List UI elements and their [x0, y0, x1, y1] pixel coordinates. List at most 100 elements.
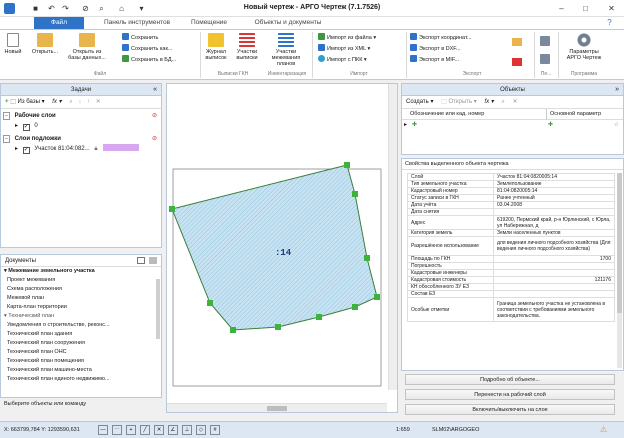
collapse-toggle-icon[interactable]: − [3, 112, 10, 120]
drawing-canvas[interactable]: :14 [167, 84, 387, 390]
doc-item[interactable]: Технический план здания [1, 330, 161, 339]
vertex-marker[interactable] [169, 206, 175, 212]
canvas-vertical-scrollbar[interactable] [388, 84, 397, 390]
property-value[interactable]: Земли населенных пунктов [493, 229, 615, 237]
snap-x-icon[interactable]: ✕ [154, 425, 164, 435]
property-value[interactable]: для ведения личного подсобного хозяйства… [493, 236, 615, 256]
scroll-thumb[interactable] [267, 406, 287, 411]
property-row[interactable]: Кадастровая стоимость 121176 [407, 276, 615, 284]
star-icon[interactable]: ☆ [614, 120, 619, 130]
export-coords-button[interactable]: Экспорт координат... [410, 33, 471, 42]
tab-toolbar[interactable]: Панель инструментов [92, 17, 182, 29]
create-button[interactable]: Создать ▾ [406, 99, 434, 105]
property-row[interactable]: Адрес 619200, Пермский край, р-н Юрлински… [407, 215, 615, 230]
expand-panel-icon[interactable]: » [615, 86, 619, 93]
vertex-marker[interactable] [275, 324, 281, 330]
property-row[interactable]: Особые отметки Граница земельного участка… [407, 297, 615, 322]
save-as-button[interactable]: Сохранить как... [122, 44, 172, 53]
doc-section-survey[interactable]: ▾ Межевание земельного участка [1, 267, 161, 276]
col-main-param[interactable]: Основной параметр [546, 109, 601, 120]
printer-icon[interactable] [540, 54, 550, 64]
close-icon[interactable]: ✕ [606, 3, 617, 14]
property-row[interactable]: Разрешённое использование для ведения лич… [407, 236, 615, 256]
working-layers-section[interactable]: − Рабочие слои ⊘ [1, 111, 161, 121]
property-row[interactable]: Категория земель Земли населенных пунктов [407, 229, 615, 237]
doc-item[interactable]: Схема расположения [1, 285, 161, 294]
import-xml-button[interactable]: Импорт из XML ▾ [318, 44, 370, 53]
open-db-button[interactable]: Открыть из базы данных... [66, 33, 108, 61]
property-value[interactable] [493, 262, 615, 270]
properties-scrollbar[interactable] [617, 173, 622, 368]
object-details-button[interactable]: Подробно об объекте... [405, 374, 615, 385]
maximize-icon[interactable]: □ [580, 3, 591, 14]
snap-grid-icon[interactable]: # [210, 425, 220, 435]
property-row[interactable]: Тип земельного участка Землепользование [407, 180, 615, 188]
property-row[interactable]: Погрешность [407, 262, 615, 270]
help-icon[interactable]: ? [604, 17, 615, 29]
property-row[interactable]: КН обособленного ЗУ ЕЗ [407, 283, 615, 291]
underlay-layers-section[interactable]: − Слои подложки ⊘ [1, 134, 161, 144]
property-row[interactable]: Состав ЕЗ [407, 290, 615, 298]
warning-icon[interactable]: ⚠ [600, 425, 607, 434]
doc-item[interactable]: Межевой план [1, 294, 161, 303]
expand-arrow-icon[interactable]: ▸ [15, 146, 18, 152]
vertex-marker[interactable] [316, 314, 322, 320]
export-dxf-button[interactable]: Экспорт в DXF... [410, 44, 461, 53]
delete-object-icon[interactable]: ✕ [513, 99, 518, 105]
import-file-button[interactable]: Импорт из файла ▾ [318, 33, 376, 42]
canvas-horizontal-scrollbar[interactable] [167, 403, 387, 412]
search-layer-icon[interactable]: ⌕ [69, 99, 72, 105]
visibility-off-icon[interactable]: ⊘ [152, 134, 157, 144]
property-row[interactable]: Дата снятия [407, 208, 615, 216]
move-down-icon[interactable]: ↓ [78, 99, 81, 105]
visibility-off-icon[interactable]: ⊘ [152, 111, 157, 121]
property-value[interactable]: Ранее учтенный [493, 194, 615, 202]
snap-line-icon[interactable]: — [98, 425, 108, 435]
survey-parcels-button[interactable]: Участки межевания планов [266, 33, 306, 67]
objects-new-row[interactable]: ▸ ✚ ✚ ☆ [402, 120, 623, 130]
search-object-icon[interactable]: ⌕ [501, 99, 504, 105]
property-value[interactable]: Участок 81:04:0820005:14 [493, 173, 615, 181]
expand-arrow-icon[interactable]: ▸ [15, 123, 18, 129]
collapse-panel-icon[interactable]: « [153, 86, 157, 93]
extracts-journal-button[interactable]: Журнал выписок [203, 33, 229, 61]
underlay-layer-row[interactable]: ▸ ✓ Участок 81:04:082... 🔒︎ [1, 144, 161, 154]
new-button[interactable]: Новый [2, 33, 24, 55]
layer-color-swatch[interactable] [103, 144, 140, 151]
doc-section-technical[interactable]: ▾ Технический план [1, 312, 161, 321]
property-value[interactable]: Граница земельного участка не установлен… [493, 297, 615, 322]
property-value[interactable]: 121176 [493, 276, 615, 284]
doc-item[interactable]: Уведомления о строительстве, реконс... [1, 321, 161, 330]
toggle-on-layer-button[interactable]: Включить/выключить на слое [405, 404, 615, 415]
property-value[interactable] [493, 290, 615, 298]
working-layer-row[interactable]: ▸ ✓ 0 [1, 121, 161, 131]
add-layer-icon[interactable]: + [5, 99, 9, 105]
save-button[interactable]: Сохранить [122, 33, 158, 42]
tab-file[interactable]: Файл [34, 17, 84, 29]
from-db-button[interactable]: ⬚ Из базы ▾ [10, 99, 44, 105]
formula-icon[interactable]: fx ▾ [484, 99, 493, 105]
property-value[interactable]: 619200, Пермский край, р-н Юрлинский, с … [493, 215, 615, 230]
snap-perp-icon[interactable]: ⊥ [182, 425, 192, 435]
col-designation[interactable]: Обозначение или кад. номер [410, 109, 484, 120]
vertex-marker[interactable] [364, 255, 370, 261]
open-button[interactable]: Открыть... [28, 33, 62, 55]
import-pkk-button[interactable]: Импорт с ПКК ▾ [318, 55, 367, 64]
folder-view-icon[interactable] [149, 257, 157, 264]
snap-dash-icon[interactable]: ⋯ [112, 425, 122, 435]
extract-parcels-button[interactable]: Участки выписки [234, 33, 260, 61]
doc-item[interactable]: Технический план ОНС [1, 348, 161, 357]
property-row[interactable]: Площадь по ГКН 1700 [407, 255, 615, 263]
property-row[interactable]: Слой Участок 81:04:0820005:14 [407, 173, 615, 181]
property-row[interactable]: Кадастровый номер 81:04:0820005:14 [407, 187, 615, 195]
property-row[interactable]: Дата учёта 03.04.2008 [407, 201, 615, 209]
vertex-marker[interactable] [352, 191, 358, 197]
move-up-icon[interactable]: ↑ [87, 99, 90, 105]
delete-icon[interactable]: ✕ [96, 99, 101, 105]
property-value[interactable]: Землепользование [493, 180, 615, 188]
property-value[interactable]: 03.04.2008 [493, 201, 615, 209]
formula-icon[interactable]: fx ▾ [52, 99, 61, 105]
vertex-marker[interactable] [344, 162, 350, 168]
snap-angle-icon[interactable]: ∠ [168, 425, 178, 435]
vertex-marker[interactable] [352, 304, 358, 310]
